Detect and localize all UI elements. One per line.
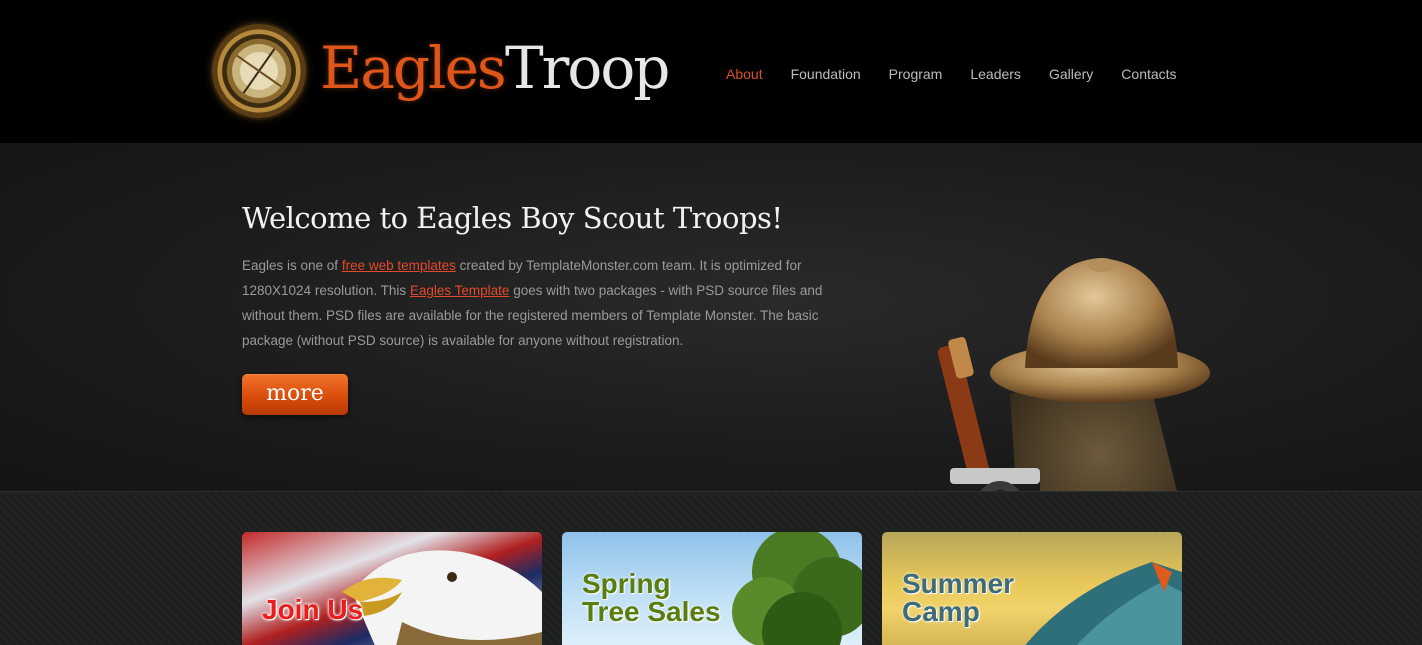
eagle-image xyxy=(342,550,542,645)
card-title-line: Summer xyxy=(902,568,1015,599)
nav-foundation[interactable]: Foundation xyxy=(791,66,861,82)
card-title-spring: Spring Tree Sales xyxy=(582,570,721,626)
card-title-line: Camp xyxy=(902,596,980,627)
nav-gallery[interactable]: Gallery xyxy=(1049,66,1093,82)
main-nav: About Foundation Program Leaders Gallery… xyxy=(726,66,1205,82)
link-eagles-template[interactable]: Eagles Template xyxy=(410,283,510,298)
hero-section: Welcome to Eagles Boy Scout Troops! Eagl… xyxy=(0,143,1422,591)
features-strip: Join Us Spring Tree Sales Summer Camp xyxy=(0,491,1422,645)
logo-word-eagles: Eagles xyxy=(320,34,507,102)
nav-about[interactable]: About xyxy=(726,66,763,82)
nav-program[interactable]: Program xyxy=(889,66,943,82)
card-title-join-us: Join Us xyxy=(262,594,364,625)
card-title-line: Spring xyxy=(582,568,671,599)
hero-text: Eagles is one of free web templates crea… xyxy=(242,253,842,353)
compass-logo-icon xyxy=(212,24,306,118)
link-free-web-templates[interactable]: free web templates xyxy=(342,258,456,273)
card-join-us[interactable]: Join Us xyxy=(242,532,542,645)
card-spring-tree-sales[interactable]: Spring Tree Sales xyxy=(562,532,862,645)
site-logo[interactable]: Eagles Troop xyxy=(212,24,672,120)
more-button[interactable]: more xyxy=(242,374,348,415)
hero-text-part: Eagles is one of xyxy=(242,258,342,273)
nav-leaders[interactable]: Leaders xyxy=(970,66,1021,82)
hero-title: Welcome to Eagles Boy Scout Troops! xyxy=(242,201,783,235)
card-title-summer: Summer Camp xyxy=(902,570,1014,626)
header: Eagles Troop About Foundation Program Le… xyxy=(0,0,1422,143)
nav-contacts[interactable]: Contacts xyxy=(1121,66,1176,82)
logo-word-troop: Troop xyxy=(505,34,670,102)
card-title-line: Tree Sales xyxy=(582,596,721,627)
card-summer-camp[interactable]: Summer Camp xyxy=(882,532,1182,645)
